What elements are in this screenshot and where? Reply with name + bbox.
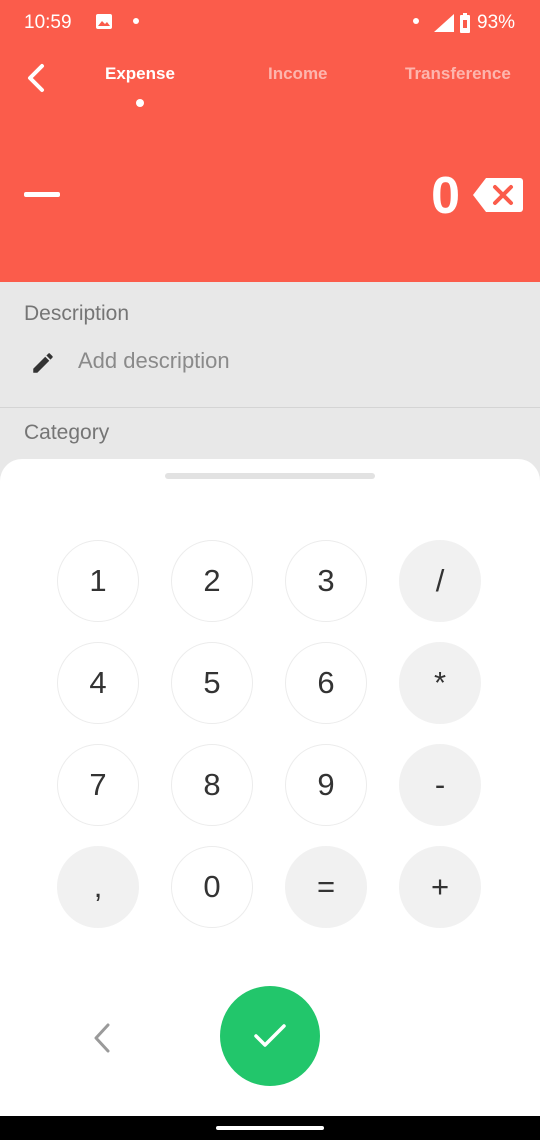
tab-transference[interactable]: Transference [405,64,511,84]
active-tab-indicator [136,99,144,107]
description-label: Description [24,302,130,325]
key-add[interactable]: + [399,846,481,928]
category-label: Category [24,421,110,444]
description-input[interactable]: Add description [78,348,230,374]
key-subtract[interactable]: - [399,744,481,826]
minus-icon[interactable] [24,192,60,197]
check-icon [254,1024,286,1047]
status-bar: 10:59 93% [0,0,540,46]
home-gesture-pill[interactable] [216,1126,324,1130]
signal-icon [434,14,454,32]
system-nav-bar [0,1116,540,1140]
notification-dot-icon [413,18,419,24]
chevron-left-icon[interactable] [88,1021,116,1055]
key-1[interactable]: 1 [57,540,139,622]
tab-expense[interactable]: Expense [105,64,175,84]
battery-icon [460,13,470,33]
amount-value: 0 [431,167,460,225]
key-6[interactable]: 6 [285,642,367,724]
sheet-handle[interactable] [165,473,375,479]
backspace-icon[interactable] [472,176,524,214]
key-0[interactable]: 0 [171,846,253,928]
key-4[interactable]: 4 [57,642,139,724]
confirm-button[interactable] [220,986,320,1086]
key-3[interactable]: 3 [285,540,367,622]
key-9[interactable]: 9 [285,744,367,826]
key-multiply[interactable]: * [399,642,481,724]
key-equals[interactable]: = [285,846,367,928]
back-button[interactable] [18,58,58,98]
status-time: 10:59 [24,12,72,33]
pencil-icon [33,353,53,373]
battery-percent: 93% [477,12,516,33]
tab-income[interactable]: Income [268,64,328,84]
key-8[interactable]: 8 [171,744,253,826]
keypad-sheet: 1 2 3 / 4 5 6 * 7 8 9 - , 0 = + [0,459,540,1116]
key-comma[interactable]: , [57,846,139,928]
divider [0,407,540,408]
key-7[interactable]: 7 [57,744,139,826]
image-icon [96,14,112,29]
header: 10:59 93% Expense Income Transference 0 [0,0,540,282]
description-section [0,282,540,406]
key-5[interactable]: 5 [171,642,253,724]
notification-dot-icon [133,18,139,24]
key-2[interactable]: 2 [171,540,253,622]
key-divide[interactable]: / [399,540,481,622]
